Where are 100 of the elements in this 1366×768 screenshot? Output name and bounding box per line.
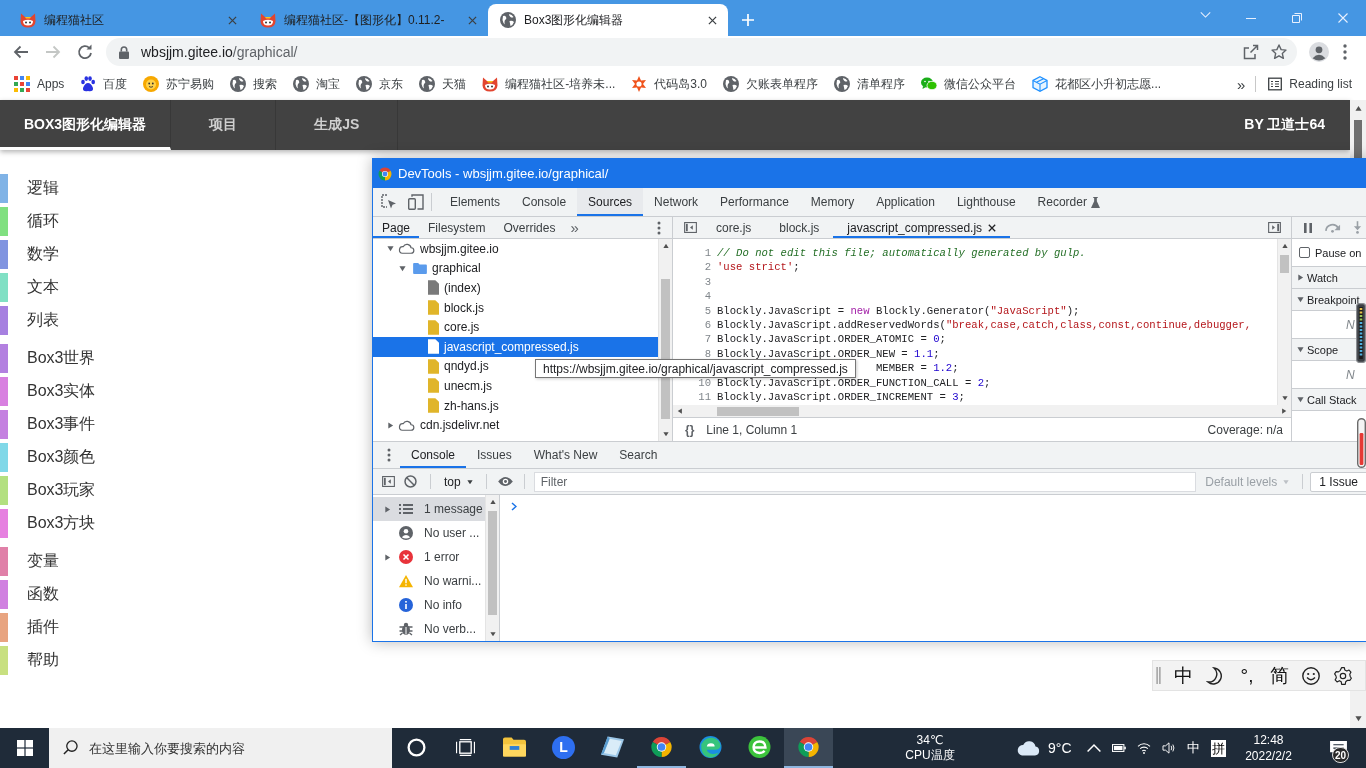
restore-icon[interactable] — [1292, 13, 1302, 23]
editor-tab[interactable]: block.js — [765, 217, 834, 238]
bookmark[interactable]: 微信公众平台 — [913, 71, 1025, 97]
category-item[interactable]: Box3世界 — [0, 344, 108, 373]
search-field[interactable]: 在这里输入你要搜索的内容 — [49, 728, 392, 768]
tree-item[interactable]: javascript_compressed.js — [373, 336, 658, 357]
plus-icon[interactable] — [742, 14, 754, 26]
smiley-icon[interactable] — [1302, 666, 1320, 685]
close-icon[interactable] — [708, 15, 717, 25]
caret-icon[interactable] — [466, 478, 473, 485]
tree-item[interactable]: zh-hans.js — [373, 395, 658, 416]
panel-tab[interactable]: Network — [643, 188, 710, 216]
minimize-icon[interactable] — [1246, 17, 1256, 19]
panel-tab[interactable]: Performance — [709, 188, 800, 216]
caret-icon[interactable] — [384, 505, 391, 513]
more-tabs-button[interactable]: » — [564, 217, 585, 238]
console-sidebar-item[interactable]: No verb... — [373, 617, 485, 641]
close-icon[interactable] — [988, 223, 997, 232]
ime-indicator[interactable]: 中 — [1182, 739, 1204, 757]
console-sidebar-item[interactable]: No warni... — [373, 569, 485, 593]
category-item[interactable]: 插件 — [0, 613, 71, 642]
category-item[interactable]: 变量 — [0, 547, 71, 576]
reading-list-button[interactable]: Reading list — [1260, 71, 1366, 97]
tree-item[interactable]: core.js — [373, 317, 658, 337]
back-icon[interactable] — [13, 45, 29, 59]
drawer-tab[interactable]: Issues — [466, 442, 523, 468]
scroll-thumb[interactable] — [1354, 120, 1362, 158]
panel-tab[interactable]: Elements — [439, 188, 512, 216]
eye-icon[interactable] — [496, 476, 514, 487]
moon-icon[interactable] — [1206, 666, 1224, 685]
category-item[interactable]: 列表 — [0, 306, 71, 335]
caret-icon[interactable] — [1297, 396, 1304, 403]
clock-date[interactable]: 2022/2/2 — [1245, 748, 1292, 764]
panel-tab[interactable]: Console — [511, 188, 578, 216]
issues-button[interactable]: 1 Issue — [1310, 471, 1366, 492]
scroll-thumb[interactable] — [488, 511, 497, 615]
category-item[interactable]: 文本 — [0, 273, 71, 302]
bookmark[interactable]: 苏宁易购 — [135, 71, 223, 97]
context-selector[interactable]: top — [438, 469, 479, 494]
category-item[interactable]: 函数 — [0, 580, 71, 609]
category-item[interactable]: 循环 — [0, 207, 71, 236]
bookmark[interactable]: 清单程序 — [826, 71, 914, 97]
scrollbar[interactable] — [1350, 100, 1366, 158]
panel-tab[interactable]: Memory — [799, 188, 866, 216]
scrollbar[interactable] — [485, 495, 499, 641]
drawer-tab[interactable]: Search — [608, 442, 669, 468]
nav-tab[interactable]: 生成JS — [276, 100, 399, 150]
clear-icon[interactable] — [404, 475, 417, 488]
category-item[interactable]: Box3方块 — [0, 509, 108, 538]
nav-tab[interactable]: 项目 — [171, 100, 277, 150]
ime-button[interactable]: 简 — [1269, 662, 1289, 689]
console-sidebar-item[interactable]: No user ... — [373, 521, 485, 545]
bookmark[interactable]: 搜索 — [222, 71, 286, 97]
bookmark[interactable]: 花都区小升初志愿... — [1024, 71, 1170, 97]
caret-icon[interactable] — [677, 408, 683, 414]
scroll-thumb[interactable] — [717, 406, 799, 416]
browser-tab[interactable]: Box3图形化编辑器 — [488, 4, 728, 36]
filter-field[interactable]: Filter — [533, 471, 1197, 492]
more-bookmarks-button[interactable]: » — [1230, 75, 1252, 93]
clock-time[interactable]: 12:48 — [1253, 732, 1284, 748]
category-item[interactable]: Box3颜色 — [0, 443, 108, 472]
caret-icon[interactable] — [384, 553, 391, 561]
scroll-thumb[interactable] — [1280, 255, 1289, 273]
pause-icon[interactable] — [1304, 222, 1312, 233]
sidebar-toggle-icon[interactable] — [1268, 222, 1281, 233]
bookmark[interactable]: 代码岛3.0 — [623, 71, 716, 97]
tree-item[interactable]: block.js — [373, 297, 658, 318]
windows-logo-icon[interactable] — [16, 740, 33, 756]
caret-icon[interactable] — [662, 431, 669, 437]
caret-icon[interactable] — [1297, 346, 1304, 353]
section-header[interactable]: Watch — [1292, 267, 1366, 289]
ime-mode-indicator[interactable]: 拼 — [1210, 739, 1226, 757]
prompt-icon[interactable] — [511, 502, 517, 511]
bookmark[interactable]: 编程猫社区-培养未... — [474, 71, 624, 97]
tree-item[interactable]: (index) — [373, 278, 658, 298]
caret-icon[interactable] — [387, 421, 394, 429]
caret-icon[interactable] — [1354, 715, 1362, 722]
category-item[interactable]: Box3事件 — [0, 410, 108, 439]
address-bar[interactable]: wbsjjm.gitee.io/graphical/ — [106, 38, 1297, 66]
menu-icon[interactable] — [387, 448, 391, 462]
tree-item[interactable]: unecm.js — [373, 376, 658, 396]
reload-icon[interactable] — [77, 44, 93, 60]
browser-tab[interactable]: 编程猫社区 — [8, 4, 248, 36]
category-item[interactable]: 数学 — [0, 240, 71, 269]
tree-item[interactable]: cdn.jsdelivr.net — [373, 415, 658, 435]
caret-icon[interactable] — [1281, 408, 1287, 414]
bookmark[interactable]: 欠账表单程序 — [715, 71, 827, 97]
caret-icon[interactable] — [1354, 105, 1362, 112]
editor-tab[interactable]: core.js — [702, 217, 766, 238]
console-sidebar-item[interactable]: No info — [373, 593, 485, 617]
bookmark[interactable]: 百度 — [72, 71, 136, 97]
bookmark[interactable]: Apps — [6, 71, 73, 97]
caret-icon[interactable] — [1297, 296, 1304, 303]
section-header[interactable]: Call Stack — [1292, 389, 1366, 411]
scrollbar[interactable] — [1350, 690, 1366, 728]
category-item[interactable]: 逻辑 — [0, 174, 71, 203]
avatar-icon[interactable] — [1309, 42, 1329, 62]
panel-tab[interactable]: Application — [865, 188, 946, 216]
caret-icon[interactable] — [399, 264, 406, 272]
star-icon[interactable] — [1271, 44, 1287, 60]
